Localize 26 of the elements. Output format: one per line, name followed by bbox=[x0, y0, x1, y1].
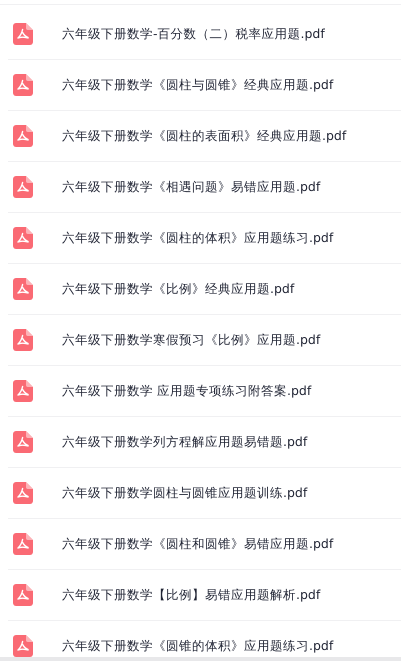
pdf-file-icon bbox=[13, 23, 33, 45]
pdf-file-icon bbox=[13, 635, 33, 657]
pdf-file-icon bbox=[13, 431, 33, 453]
file-name[interactable]: 六年级下册数学《圆柱与圆锥》经典应用题.pdf bbox=[62, 76, 334, 94]
pdf-file-icon bbox=[13, 482, 33, 504]
file-name[interactable]: 六年级下册数学列方程解应用题易错题.pdf bbox=[62, 434, 308, 450]
file-name[interactable]: 六年级下册数学寒假预习《比例》应用题.pdf bbox=[62, 332, 320, 348]
file-name[interactable]: 六年级下册数学圆柱与圆锥应用题训练.pdf bbox=[62, 484, 308, 502]
pdf-file-icon bbox=[13, 176, 33, 198]
file-name[interactable]: 六年级下册数学《圆柱和圆锥》易错应用题.pdf bbox=[62, 536, 334, 552]
file-name[interactable]: 六年级下册数学《圆柱的表面积》经典应用题.pdf bbox=[62, 128, 346, 144]
file-name[interactable]: 六年级下册数学【比例】易错应用题解析.pdf bbox=[62, 586, 320, 604]
pdf-file-icon bbox=[13, 584, 33, 606]
pdf-file-icon bbox=[13, 278, 33, 300]
file-name[interactable]: 六年级下册数学《圆锥的体积》应用题练习.pdf bbox=[62, 638, 334, 654]
file-name[interactable]: 六年级下册数学-百分数（二）税率应用题.pdf bbox=[62, 26, 325, 42]
file-name[interactable]: 六年级下册数学《比例》经典应用题.pdf bbox=[62, 280, 294, 298]
pdf-file-icon bbox=[13, 533, 33, 555]
pdf-file-icon bbox=[13, 329, 33, 351]
file-name[interactable]: 六年级下册数学《圆柱的体积》应用题练习.pdf bbox=[62, 230, 334, 246]
pdf-file-icon bbox=[13, 125, 33, 147]
file-name[interactable]: 六年级下册数学 应用题专项练习附答案.pdf bbox=[62, 382, 312, 400]
pdf-file-icon bbox=[13, 380, 33, 402]
pdf-file-icon bbox=[13, 227, 33, 249]
file-name[interactable]: 六年级下册数学《相遇问题》易错应用题.pdf bbox=[62, 178, 320, 196]
pdf-file-icon bbox=[13, 74, 33, 96]
